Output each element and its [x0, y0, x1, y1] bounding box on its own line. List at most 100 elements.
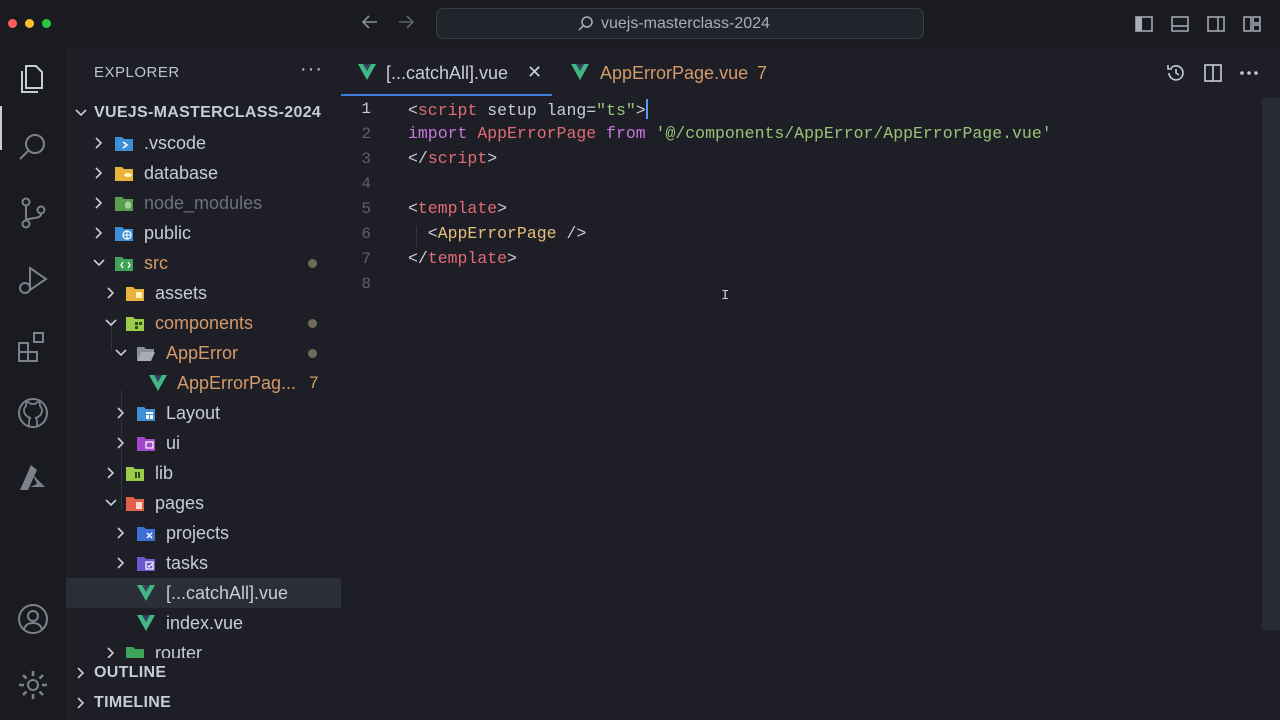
- outline-label: OUTLINE: [94, 664, 167, 681]
- chevron-right-icon: [77, 667, 85, 679]
- tree-item-apperrorpage[interactable]: AppErrorPag... 7: [66, 368, 341, 398]
- more-actions-icon[interactable]: ···: [300, 58, 323, 81]
- mouse-ibeam-cursor: I: [721, 288, 730, 304]
- tab-catchall[interactable]: [...catchAll].vue ✕: [341, 48, 552, 96]
- maximize-window-button[interactable]: [42, 19, 51, 28]
- close-icon[interactable]: ✕: [527, 62, 542, 83]
- arrow-right-icon[interactable]: [396, 12, 416, 32]
- tree-item-projects[interactable]: projects: [66, 518, 341, 548]
- more-actions-icon[interactable]: [1238, 62, 1260, 84]
- tab-label: AppErrorPage.vue: [600, 63, 749, 83]
- toggle-panel-icon[interactable]: [1170, 14, 1190, 34]
- tree-item-tasks[interactable]: tasks: [66, 548, 341, 578]
- source-control-icon[interactable]: [16, 196, 50, 230]
- vue-file-icon: [137, 615, 155, 631]
- tree-item-label: ui: [166, 433, 181, 453]
- arrow-left-icon[interactable]: [360, 12, 380, 32]
- tree-item-index[interactable]: index.vue: [66, 608, 341, 638]
- tree-item-assets[interactable]: assets: [66, 278, 341, 308]
- scrollbar[interactable]: [1262, 98, 1280, 630]
- problems-count: 7: [309, 373, 319, 392]
- chevron-right-icon: [107, 467, 115, 479]
- search-icon[interactable]: [16, 130, 50, 164]
- split-editor-icon[interactable]: [1202, 62, 1224, 84]
- tree-item-database[interactable]: database: [66, 158, 341, 188]
- line-number: 3: [361, 150, 371, 168]
- tree-item-components[interactable]: components: [66, 308, 341, 338]
- tree-item-label: AppErrorPag...: [177, 373, 297, 393]
- tree-item-router[interactable]: router: [66, 638, 341, 658]
- root-folder-label: VUEJS-MASTERCLASS-2024: [94, 104, 322, 121]
- tree-item-ui[interactable]: ui: [66, 428, 341, 458]
- minimize-window-button[interactable]: [25, 19, 34, 28]
- customize-layout-icon[interactable]: [1242, 14, 1262, 34]
- lib-folder-icon: [126, 467, 144, 481]
- pages-folder-icon: [126, 497, 144, 511]
- tree-item-label: database: [144, 163, 219, 183]
- chevron-right-icon: [117, 407, 125, 419]
- code-line-7: </template>: [408, 249, 517, 268]
- layout-folder-icon: [137, 407, 155, 421]
- tree-item-label: projects: [166, 523, 230, 543]
- run-and-debug-icon[interactable]: [16, 264, 50, 298]
- tree-item-src[interactable]: src: [66, 248, 341, 278]
- gear-icon[interactable]: [16, 668, 50, 702]
- tree-item-lib[interactable]: lib: [66, 458, 341, 488]
- toggle-secondary-sidebar-icon[interactable]: [1206, 14, 1226, 34]
- tree-root[interactable]: VUEJS-MASTERCLASS-2024: [66, 98, 341, 128]
- code-token: AppErrorPage: [437, 224, 557, 243]
- tree-item-label: index.vue: [166, 613, 244, 633]
- tree-item-pages[interactable]: pages: [66, 488, 341, 518]
- tree-item-label: AppError: [166, 343, 239, 363]
- vue-file-icon: [137, 585, 155, 601]
- files-icon[interactable]: [16, 62, 50, 96]
- command-center-search[interactable]: vuejs-masterclass-2024: [436, 8, 924, 39]
- code-token: >: [497, 199, 508, 218]
- tree-item-public[interactable]: public: [66, 218, 341, 248]
- tab-apperrorpage[interactable]: AppErrorPage.vue 7: [552, 48, 792, 96]
- account-icon[interactable]: [16, 602, 50, 636]
- code-token: <: [408, 224, 438, 243]
- explorer-sidebar: EXPLORER ··· VUEJS-MASTERCLASS-2024 .vsc…: [66, 48, 341, 720]
- title-bar: vuejs-masterclass-2024: [0, 0, 1280, 48]
- code-line-6: <AppErrorPage />: [408, 224, 586, 243]
- vue-file-icon: [571, 64, 589, 80]
- chevron-right-icon: [117, 437, 125, 449]
- tree-item-label: lib: [155, 463, 174, 483]
- line-number: 5: [361, 200, 371, 218]
- toggle-primary-sidebar-icon[interactable]: [1134, 14, 1154, 34]
- tree-item-label: .vscode: [144, 133, 207, 153]
- outline-section-header[interactable]: OUTLINE: [66, 658, 341, 688]
- code-token: <: [408, 199, 418, 218]
- code-token: from: [606, 124, 646, 143]
- src-folder-icon: [115, 257, 133, 271]
- code-token: '@/components/AppError/AppErrorPage.vue': [645, 124, 1052, 143]
- activity-bar: [0, 48, 66, 720]
- tree-item-apperror[interactable]: AppError: [66, 338, 341, 368]
- azure-icon[interactable]: [16, 462, 50, 496]
- chevron-right-icon: [77, 697, 85, 709]
- vscode-folder-icon: [115, 137, 133, 151]
- modified-indicator: [308, 349, 317, 358]
- history-icon[interactable]: [1165, 62, 1187, 84]
- code-token: >: [635, 101, 646, 120]
- tree-item-label: tasks: [166, 553, 209, 573]
- tree-item-node-modules[interactable]: node_modules: [66, 188, 341, 218]
- extensions-icon[interactable]: [16, 330, 50, 364]
- public-folder-icon: [115, 227, 133, 241]
- tree-item-catchall[interactable]: [...catchAll].vue: [66, 578, 341, 608]
- tree-item-layout[interactable]: Layout: [66, 398, 341, 428]
- text-cursor: [645, 99, 648, 119]
- github-icon[interactable]: [16, 396, 50, 430]
- folder-open-icon: [137, 347, 155, 361]
- code-line-2: import AppErrorPage from '@/components/A…: [408, 124, 1052, 143]
- close-window-button[interactable]: [8, 19, 17, 28]
- tree-item-label: node_modules: [144, 193, 263, 213]
- components-folder-icon: [126, 317, 144, 331]
- tree-item-vscode[interactable]: .vscode: [66, 128, 341, 158]
- chevron-right-icon: [117, 527, 125, 539]
- editor-area: [...catchAll].vue ✕ AppErrorPage.vue 7 1…: [341, 48, 1280, 720]
- chevron-right-icon: [95, 137, 103, 149]
- timeline-section-header[interactable]: TIMELINE: [66, 688, 341, 718]
- code-token: </: [408, 249, 428, 268]
